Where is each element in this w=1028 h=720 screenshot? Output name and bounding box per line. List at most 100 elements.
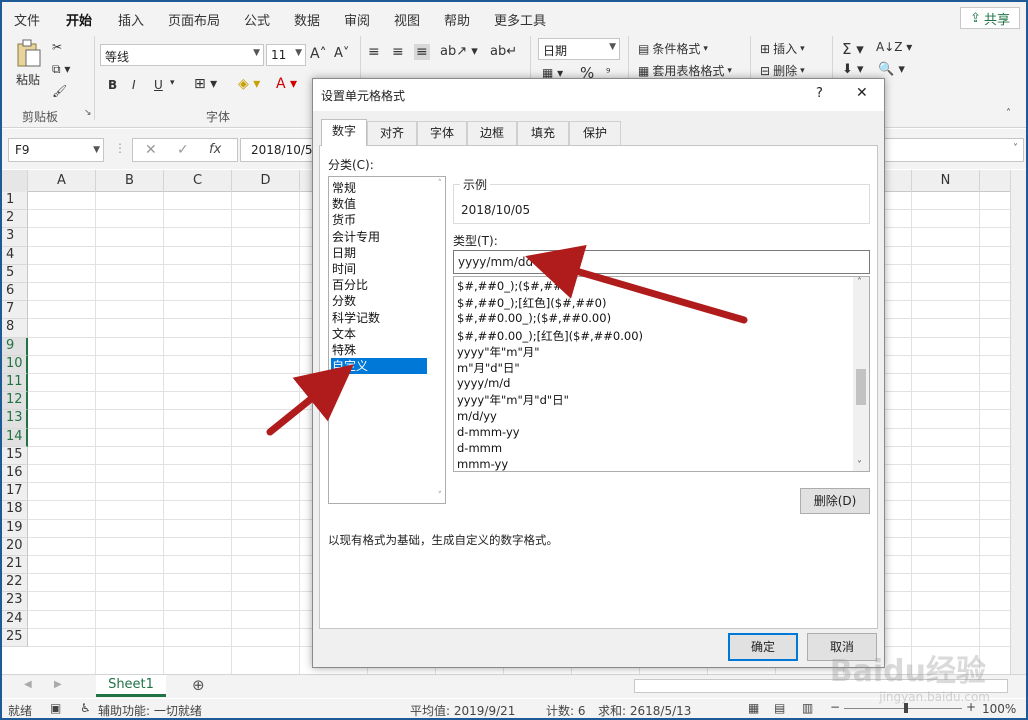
format-code-list[interactable]: ˄ ˅ $#,##0_);($#,##0) $#,##0_);[红色]($#,##…	[453, 276, 870, 472]
menu-view[interactable]: 视图	[394, 10, 420, 29]
increase-font-icon[interactable]: A˄	[310, 46, 327, 62]
share-button[interactable]: ⇪ 共享	[960, 7, 1020, 29]
insert-cells-button[interactable]: ⊞ 插入 ▾	[760, 40, 805, 57]
category-item[interactable]: 数值	[331, 196, 427, 212]
menu-data[interactable]: 数据	[294, 10, 320, 29]
menu-help[interactable]: 帮助	[444, 10, 470, 29]
category-item[interactable]: 分数	[331, 293, 427, 309]
row-header[interactable]: 6	[2, 283, 28, 302]
collapse-ribbon-icon[interactable]: ˄	[1006, 108, 1011, 119]
column-header[interactable]: A	[28, 170, 96, 192]
scroll-up-icon[interactable]: ˄	[438, 179, 443, 189]
cut-icon[interactable]: ✂	[52, 40, 62, 54]
format-code-item[interactable]: $#,##0.00_);[红色]($#,##0.00)	[457, 328, 643, 344]
column-header[interactable]: C	[164, 170, 232, 192]
row-header[interactable]: 24	[2, 610, 28, 629]
delete-cells-button[interactable]: ⊟ 删除 ▾	[760, 62, 805, 79]
function-icon[interactable]: fx	[209, 142, 221, 157]
menu-file[interactable]: 文件	[14, 10, 40, 29]
fill-color-icon[interactable]: ◈ ▾	[238, 76, 260, 92]
copy-icon[interactable]: ⧉ ▾	[52, 62, 70, 77]
italic-button[interactable]: I	[132, 78, 136, 92]
align-top-icon[interactable]: ≡	[368, 44, 380, 60]
sheet-tab[interactable]: Sheet1	[96, 675, 166, 697]
format-painter-icon[interactable]: 🖌	[52, 84, 67, 98]
fill-icon[interactable]: ⬇ ▾	[842, 62, 864, 77]
normal-view-icon[interactable]: ▦	[748, 701, 759, 715]
row-header[interactable]: 1	[2, 192, 28, 211]
tab-fill[interactable]: 填充	[517, 121, 569, 145]
format-code-item[interactable]: yyyy/m/d	[457, 376, 510, 390]
category-item[interactable]: 常规	[331, 180, 427, 196]
align-bottom-icon[interactable]: ≡	[414, 44, 430, 60]
accessibility-icon[interactable]: ♿	[80, 701, 91, 715]
scroll-down-icon[interactable]: ˅	[857, 460, 862, 471]
font-name-select[interactable]: 等线 ▼	[100, 44, 264, 66]
format-code-item[interactable]: $#,##0.00_);($#,##0.00)	[457, 311, 611, 325]
row-header[interactable]: 17	[2, 483, 28, 502]
scroll-right-icon[interactable]: ▶	[54, 679, 62, 690]
tab-alignment[interactable]: 对齐	[367, 121, 417, 145]
select-all-corner[interactable]	[2, 170, 28, 192]
menu-more-tools[interactable]: 更多工具	[494, 10, 546, 29]
scroll-down-icon[interactable]: ˅	[438, 491, 443, 501]
zoom-level[interactable]: 100%	[982, 702, 1016, 716]
tab-protection[interactable]: 保护	[569, 121, 621, 145]
wrap-text-icon[interactable]: ab↵	[490, 44, 517, 59]
autosum-icon[interactable]: Σ ▾	[842, 40, 864, 58]
underline-button[interactable]: U	[154, 78, 163, 92]
category-item[interactable]: 自定义	[331, 358, 427, 375]
format-list-scrollbar[interactable]: ˄ ˅	[853, 277, 869, 471]
format-code-item[interactable]: d-mmm-yy	[457, 425, 520, 439]
menu-review[interactable]: 审阅	[344, 10, 370, 29]
format-code-item[interactable]: m/d/yy	[457, 409, 497, 423]
tab-number[interactable]: 数字	[321, 119, 367, 146]
menu-insert[interactable]: 插入	[118, 10, 144, 29]
row-header[interactable]: 12	[2, 392, 28, 411]
row-header[interactable]: 5	[2, 264, 28, 283]
format-code-item[interactable]: $#,##0_);[红色]($#,##0)	[457, 295, 606, 311]
category-item[interactable]: 会计专用	[331, 229, 427, 245]
accessibility-status[interactable]: 辅助功能: 一切就绪	[98, 702, 202, 718]
scroll-up-icon[interactable]: ˄	[857, 277, 862, 288]
paste-button[interactable]: 粘贴	[14, 38, 42, 88]
row-header[interactable]: 16	[2, 465, 28, 484]
sort-filter-icon[interactable]: A↓Z ▾	[876, 40, 912, 54]
close-icon[interactable]: ✕	[856, 85, 868, 101]
help-button[interactable]: ?	[816, 86, 823, 101]
scroll-thumb[interactable]	[856, 369, 866, 405]
format-code-item[interactable]: yyyy"年"m"月"	[457, 344, 540, 360]
format-code-item[interactable]: $#,##0_);($#,##0)	[457, 279, 574, 293]
decrease-font-icon[interactable]: A˅	[334, 46, 349, 61]
expand-icon[interactable]: ˅	[1013, 143, 1018, 154]
zoom-out-icon[interactable]: −	[830, 700, 840, 714]
column-header[interactable]: D	[232, 170, 300, 192]
border-icon[interactable]: ⊞ ▾	[194, 76, 217, 92]
font-color-icon[interactable]: A ▾	[276, 76, 297, 92]
table-format-button[interactable]: ▦ 套用表格格式 ▾	[638, 62, 732, 79]
row-header[interactable]: 3	[2, 228, 28, 247]
row-header[interactable]: 11	[2, 374, 28, 393]
bold-button[interactable]: B	[108, 78, 117, 92]
find-icon[interactable]: 🔍 ▾	[878, 62, 905, 77]
zoom-slider-thumb[interactable]	[904, 703, 908, 713]
menu-page-layout[interactable]: 页面布局	[168, 10, 220, 29]
row-header[interactable]: 4	[2, 246, 28, 265]
row-header[interactable]: 10	[2, 355, 28, 374]
row-header[interactable]: 23	[2, 592, 28, 611]
zoom-slider[interactable]	[844, 708, 962, 709]
chevron-down-icon[interactable]: ▾	[170, 78, 175, 88]
column-header[interactable]: B	[96, 170, 164, 192]
number-format-select[interactable]: 日期 ▼	[538, 38, 620, 60]
format-code-item[interactable]: yyyy"年"m"月"d"日"	[457, 392, 569, 408]
row-header[interactable]: 18	[2, 501, 28, 520]
category-item[interactable]: 百分比	[331, 277, 427, 293]
name-box[interactable]: F9 ▼	[8, 138, 104, 162]
align-middle-icon[interactable]: ≡	[392, 44, 404, 60]
conditional-format-button[interactable]: ▤ 条件格式 ▾	[638, 40, 708, 57]
format-code-item[interactable]: mmm-yy	[457, 457, 508, 471]
row-header[interactable]: 15	[2, 446, 28, 465]
category-item[interactable]: 日期	[331, 245, 427, 261]
page-break-icon[interactable]: ▥	[802, 701, 813, 715]
orientation-icon[interactable]: ab↗ ▾	[440, 44, 478, 59]
